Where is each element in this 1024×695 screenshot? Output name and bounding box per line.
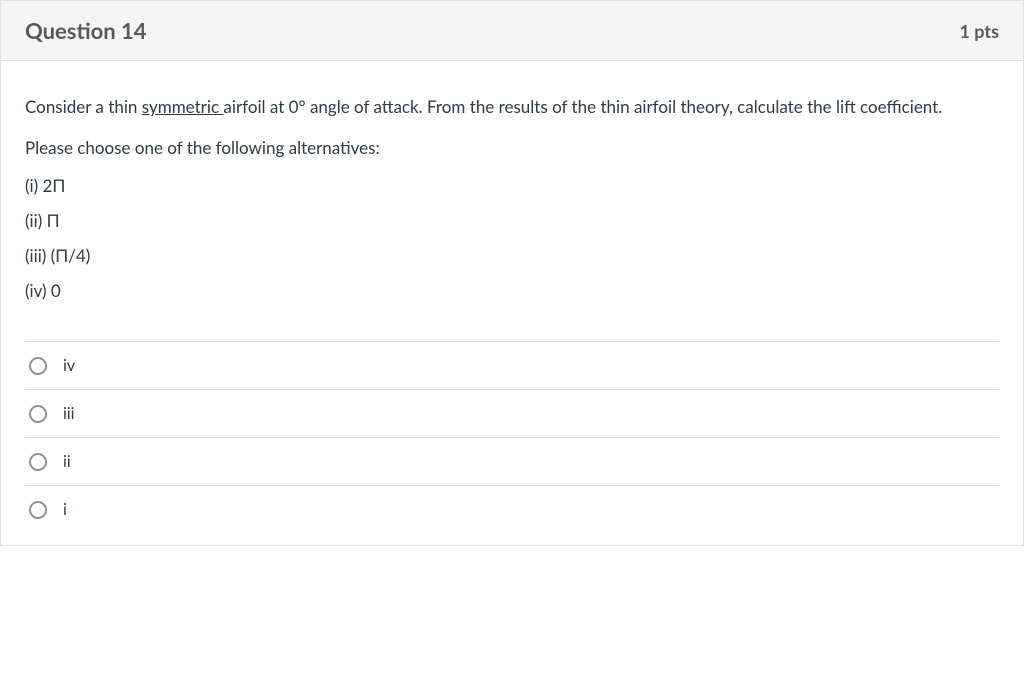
alternative-3: (iii) (Π/4) (25, 245, 999, 266)
question-title: Question 14 (25, 17, 147, 44)
question-prompt-2: Please choose one of the following alter… (25, 134, 999, 161)
answer-label: iii (63, 404, 75, 423)
prompt-suffix: airfoil at 0° angle of attack. From the … (223, 96, 942, 117)
answers-section: iv iii ii i (25, 341, 999, 533)
answer-option[interactable]: iv (25, 341, 999, 389)
prompt-underlined: symmetric (142, 96, 224, 117)
answer-option[interactable]: i (25, 485, 999, 533)
alternative-4: (iv) 0 (25, 280, 999, 301)
radio-icon (29, 405, 47, 423)
prompt-prefix: Consider a thin (25, 96, 142, 117)
answer-label: ii (63, 452, 71, 471)
radio-icon (29, 501, 47, 519)
alternative-2: (ii) Π (25, 210, 999, 231)
question-prompt-1: Consider a thin symmetric airfoil at 0° … (25, 93, 999, 120)
answer-option[interactable]: ii (25, 437, 999, 485)
answer-label: iv (63, 356, 75, 375)
answer-option[interactable]: iii (25, 389, 999, 437)
radio-icon (29, 357, 47, 375)
question-container: Question 14 1 pts Consider a thin symmet… (0, 0, 1024, 546)
question-points: 1 pts (959, 20, 999, 42)
question-body: Consider a thin symmetric airfoil at 0° … (1, 61, 1023, 545)
answer-label: i (63, 500, 67, 519)
radio-icon (29, 453, 47, 471)
alternative-1: (i) 2Π (25, 175, 999, 196)
question-header: Question 14 1 pts (1, 0, 1023, 61)
